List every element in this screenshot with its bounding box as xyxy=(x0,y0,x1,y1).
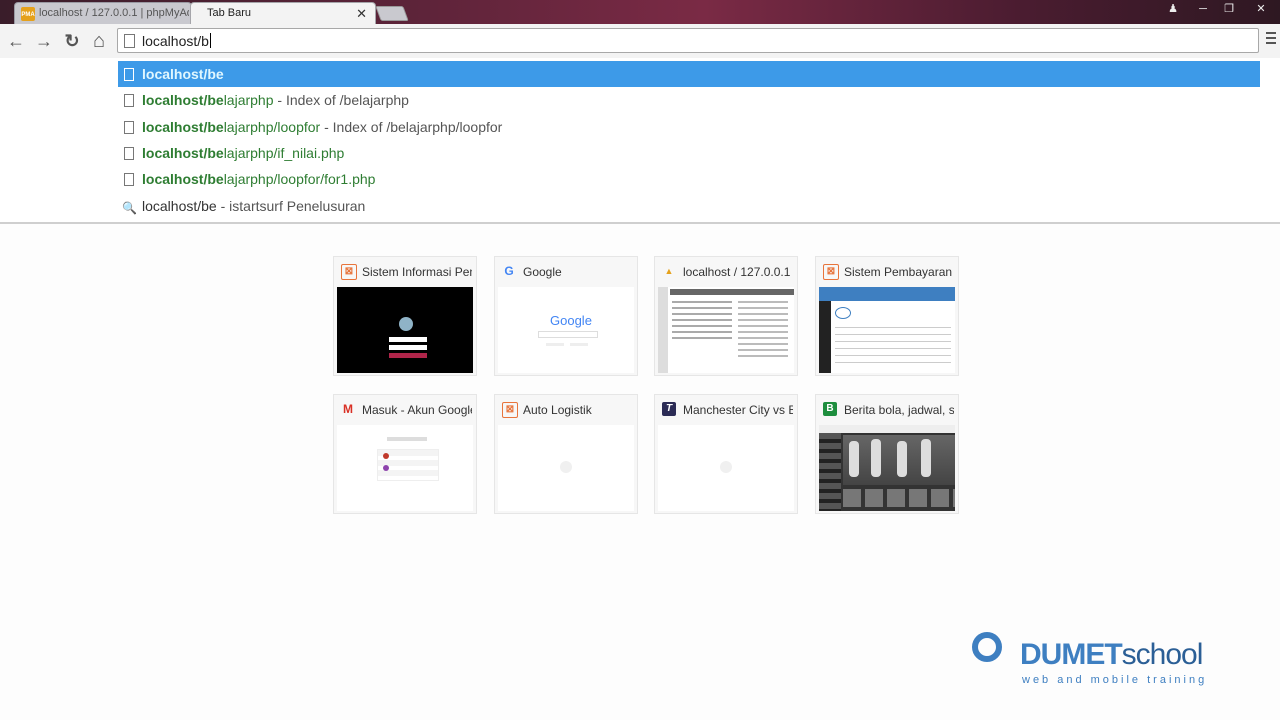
google-icon: G xyxy=(504,264,514,278)
home-icon[interactable]: ⌂ xyxy=(89,30,109,52)
page-icon xyxy=(124,68,134,81)
omnibox-suggestions: localhost/be localhost/belajarphp - Inde… xyxy=(0,58,1280,224)
close-tab-icon[interactable]: ✕ xyxy=(356,6,367,22)
tile-title: Masuk - Akun Google xyxy=(362,403,472,417)
tab-title: Tab Baru xyxy=(207,7,252,19)
search-icon: 🔍 xyxy=(122,201,137,215)
back-icon[interactable]: ← xyxy=(6,30,26,52)
reload-icon[interactable]: ↻ xyxy=(62,30,82,52)
xampp-icon: ⊠ xyxy=(823,264,839,280)
tile-title: Berita bola, jadwal, skor xyxy=(844,403,954,417)
suggestion-item[interactable]: localhost/belajarphp - Index of /belajar… xyxy=(118,87,1260,113)
dumet-school-logo: DUMETschool web and mobile training xyxy=(972,630,1234,690)
tile-thumbnail xyxy=(658,425,794,511)
tile-thumbnail xyxy=(337,425,473,511)
page-icon xyxy=(124,173,134,186)
tile-title: Sistem Pembayaran xyxy=(844,265,953,279)
address-input[interactable]: localhost/b xyxy=(142,33,211,49)
minimize-icon[interactable]: ─ xyxy=(1190,0,1216,18)
page-icon xyxy=(124,34,135,48)
gmail-icon: M xyxy=(343,402,353,416)
close-window-icon[interactable]: ✕ xyxy=(1244,0,1278,18)
tile-thumbnail xyxy=(819,425,955,511)
tab-new-tab[interactable]: Tab Baru ✕ xyxy=(190,2,376,24)
forward-icon[interactable]: → xyxy=(34,30,54,52)
restore-icon[interactable]: ❐ xyxy=(1216,0,1242,18)
suggestion-item[interactable]: localhost/belajarphp/loopfor/for1.php xyxy=(118,166,1260,192)
most-visited-tile[interactable]: M Masuk - Akun Google xyxy=(333,394,477,514)
logo-tagline: web and mobile training xyxy=(1022,674,1208,686)
tab-title: localhost / 127.0.0.1 | phpMyAdmin xyxy=(39,7,189,19)
page-icon xyxy=(124,121,134,134)
most-visited-tile[interactable]: G Google Google xyxy=(494,256,638,376)
pma-icon: ▲ xyxy=(664,266,674,276)
most-visited-tile[interactable]: ⊠ Sistem Informasi Penilaian xyxy=(333,256,477,376)
most-visited-tile[interactable]: ⊠ Sistem Pembayaran xyxy=(815,256,959,376)
tile-thumbnail xyxy=(498,425,634,511)
page-icon xyxy=(124,147,134,160)
most-visited-tile[interactable]: ⊠ Auto Logistik xyxy=(494,394,638,514)
tile-title: Sistem Informasi Penilaian xyxy=(362,265,472,279)
new-tab-button[interactable] xyxy=(375,6,409,21)
t-icon: T xyxy=(662,402,676,416)
logo-wordmark: DUMETschool xyxy=(1020,638,1203,671)
most-visited-tile[interactable]: ▲ localhost / 127.0.0.1 | phpMyAdmin xyxy=(654,256,798,376)
xampp-icon: ⊠ xyxy=(502,402,518,418)
tab-phpmyadmin[interactable]: PMA localhost / 127.0.0.1 | phpMyAdmin xyxy=(14,2,192,24)
tile-thumbnail xyxy=(658,287,794,373)
logo-mark-icon xyxy=(972,632,1002,662)
tile-title: Google xyxy=(523,265,562,279)
suggestion-item[interactable]: localhost/belajarphp/loopfor - Index of … xyxy=(118,114,1260,140)
b-icon: B xyxy=(823,402,837,416)
address-bar[interactable]: localhost/b xyxy=(117,28,1259,53)
tile-thumbnail: Google xyxy=(498,287,634,373)
suggestion-item[interactable]: localhost/belajarphp/if_nilai.php xyxy=(118,140,1260,166)
xampp-icon: ⊠ xyxy=(341,264,357,280)
tile-thumbnail xyxy=(819,287,955,373)
most-visited-tile[interactable]: B Berita bola, jadwal, skor xyxy=(815,394,959,514)
tab-strip: PMA localhost / 127.0.0.1 | phpMyAdmin T… xyxy=(0,0,1280,24)
tile-title: Manchester City vs Burnley xyxy=(683,403,793,417)
page-icon xyxy=(124,94,134,107)
suggestion-item-search[interactable]: 🔍 localhost/be - istartsurf Penelusuran xyxy=(118,193,1260,219)
pma-favicon-icon: PMA xyxy=(21,7,35,21)
user-icon[interactable]: ♟ xyxy=(1160,0,1186,18)
toolbar: ← → ↻ ⌂ localhost/b xyxy=(0,24,1280,59)
tile-thumbnail xyxy=(337,287,473,373)
tile-title: localhost / 127.0.0.1 | phpMyAdmin xyxy=(683,265,793,279)
tile-title: Auto Logistik xyxy=(523,403,592,417)
most-visited-tile[interactable]: T Manchester City vs Burnley xyxy=(654,394,798,514)
menu-icon[interactable] xyxy=(1266,32,1276,46)
suggestion-item[interactable]: localhost/be xyxy=(118,61,1260,87)
